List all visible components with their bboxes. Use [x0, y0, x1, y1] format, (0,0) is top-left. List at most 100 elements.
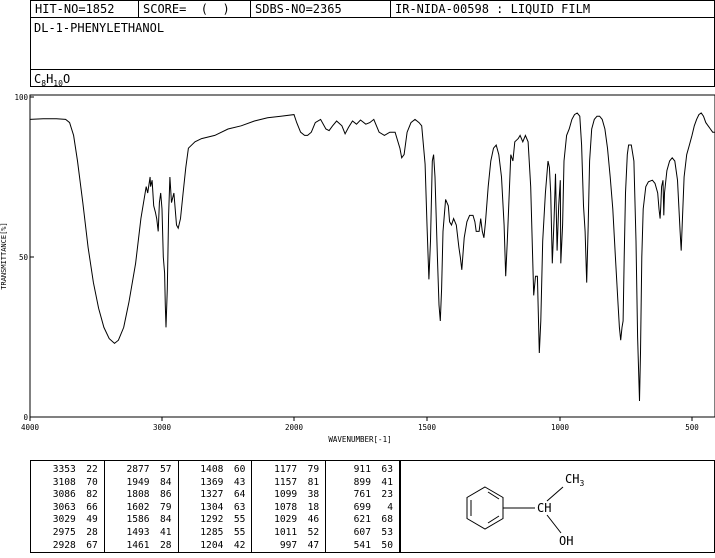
- peak-transmittance: 70: [86, 476, 98, 488]
- peak-wavenumber: 1369: [200, 476, 224, 488]
- peak-transmittance: 86: [160, 489, 172, 501]
- peak-transmittance: 49: [86, 514, 98, 526]
- peak-wavenumber: 3029: [52, 514, 76, 526]
- peak-row: 3063 66: [31, 502, 104, 515]
- peak-wavenumber: 1177: [274, 464, 298, 475]
- peak-transmittance: 22: [86, 464, 98, 475]
- peak-row: 3086 82: [31, 489, 104, 502]
- peak-wavenumber: 3353: [52, 464, 76, 475]
- y-tick-label: 0: [23, 413, 28, 422]
- methyl-ch: CH: [565, 472, 579, 486]
- peak-row: 899 41: [326, 477, 399, 490]
- x-tick-label: 3000: [153, 423, 172, 432]
- peak-row: 1204 42: [179, 540, 252, 553]
- peak-transmittance: 66: [86, 501, 98, 513]
- peak-wavenumber: 3108: [52, 476, 76, 488]
- peak-wavenumber: 1285: [200, 526, 224, 538]
- x-tick-label: 4000: [21, 423, 40, 432]
- x-tick-label: 500: [685, 423, 699, 432]
- peak-transmittance: 4: [387, 501, 393, 513]
- peak-wavenumber: 1949: [126, 476, 150, 488]
- peak-transmittance: 41: [381, 476, 393, 488]
- peak-transmittance: 28: [160, 539, 172, 551]
- methyl-subscript: 3: [579, 479, 584, 488]
- plot-frame: [29, 94, 715, 418]
- peak-wavenumber: 1157: [274, 476, 298, 488]
- peak-wavenumber: 899: [353, 476, 371, 488]
- y-tick-label: 100: [14, 93, 28, 102]
- peak-transmittance: 50: [381, 539, 393, 551]
- methyl-label: CH3: [565, 472, 584, 488]
- peak-wavenumber: 2928: [52, 539, 76, 551]
- peak-transmittance: 23: [381, 489, 393, 501]
- peak-column: 3353 22 3108 70 3086 82 3063 66 3029 49 2975 28 2928…: [31, 461, 105, 552]
- peak-wavenumber: 699: [353, 501, 371, 513]
- peak-wavenumber: 2975: [52, 526, 76, 538]
- peak-row: 761 23: [326, 489, 399, 502]
- peak-row: 1157 81: [252, 477, 325, 490]
- peak-row: 1029 46: [252, 514, 325, 527]
- x-axis-label: WAVENUMBER[-1]: [328, 435, 391, 444]
- structure-bonds: [503, 486, 564, 534]
- peak-transmittance: 43: [233, 476, 246, 488]
- peak-row: 1285 55: [179, 527, 252, 540]
- peak-transmittance: 79: [160, 501, 172, 513]
- peak-transmittance: 46: [307, 514, 320, 526]
- peak-transmittance: 55: [233, 514, 246, 526]
- hydroxyl-label: OH: [559, 534, 573, 548]
- peak-row: 2877 57: [105, 464, 178, 477]
- peak-row: 1292 55: [179, 514, 252, 527]
- peak-transmittance: 60: [233, 464, 246, 475]
- structure-diagram: CH CH3 OH: [466, 472, 584, 548]
- peak-transmittance: 57: [160, 464, 172, 475]
- peak-row: 1949 84: [105, 477, 178, 490]
- methine-label: CH: [537, 501, 551, 515]
- peak-column: 1177 79 1157 81 1099 38 1078 18 1029 46 1011 52 997 4…: [252, 461, 327, 552]
- y-tick-label: 50: [19, 253, 29, 262]
- peak-row: 2975 28: [31, 527, 104, 540]
- peak-row: 621 68: [326, 514, 399, 527]
- peak-row: 1369 43: [179, 477, 252, 490]
- peak-row: 1461 28: [105, 540, 178, 553]
- peak-transmittance: 42: [233, 539, 246, 551]
- x-tick-label: 1000: [551, 423, 570, 432]
- peak-transmittance: 82: [86, 489, 98, 501]
- peak-wavenumber: 2877: [126, 464, 150, 475]
- ir-spectrum-chart: 100500 4000 3000 2000 1500 1000 500 WAVENUMBE…: [0, 93, 715, 444]
- peak-row: 1493 41: [105, 527, 178, 540]
- peak-row: 699 4: [326, 502, 399, 515]
- peak-transmittance: 64: [233, 489, 246, 501]
- peak-wavenumber: 761: [353, 489, 371, 501]
- peak-wavenumber: 3086: [52, 489, 76, 501]
- peak-row: 1586 84: [105, 514, 178, 527]
- benzene-ring: [466, 486, 504, 530]
- peak-transmittance: 67: [86, 539, 98, 551]
- peak-row: 1602 79: [105, 502, 178, 515]
- peak-column: 1408 60 1369 43 1327 64 1304 63 1292 55 1285 55 1204…: [179, 461, 253, 552]
- peak-column: 911 63 899 41 761 23 699 4 621 68 607 53 541 50: [326, 461, 400, 552]
- peak-transmittance: 55: [233, 526, 246, 538]
- peak-wavenumber: 607: [353, 526, 371, 538]
- peak-row: 3108 70: [31, 477, 104, 490]
- peak-row: 3353 22: [31, 464, 104, 477]
- peak-wavenumber: 1099: [274, 489, 298, 501]
- peak-transmittance: 47: [307, 539, 320, 551]
- peak-wavenumber: 911: [353, 464, 371, 475]
- peak-transmittance: 84: [160, 514, 172, 526]
- peak-wavenumber: 1586: [126, 514, 150, 526]
- peak-row: 541 50: [326, 540, 399, 553]
- peak-row: 1011 52: [252, 527, 325, 540]
- transmittance-line: [29, 112, 715, 402]
- peak-transmittance: 41: [160, 526, 172, 538]
- peak-table: 3353 22 3108 70 3086 82 3063 66 3029 49 2975 28 2928…: [30, 460, 400, 553]
- peak-wavenumber: 1327: [200, 489, 224, 501]
- peak-wavenumber: 1292: [200, 514, 224, 526]
- peak-row: 911 63: [326, 464, 399, 477]
- peak-transmittance: 68: [381, 514, 393, 526]
- peak-wavenumber: 1029: [274, 514, 298, 526]
- peak-row: 1304 63: [179, 502, 252, 515]
- peak-wavenumber: 3063: [52, 501, 76, 513]
- peak-row: 1078 18: [252, 502, 325, 515]
- peak-transmittance: 52: [307, 526, 320, 538]
- peak-wavenumber: 997: [279, 539, 298, 551]
